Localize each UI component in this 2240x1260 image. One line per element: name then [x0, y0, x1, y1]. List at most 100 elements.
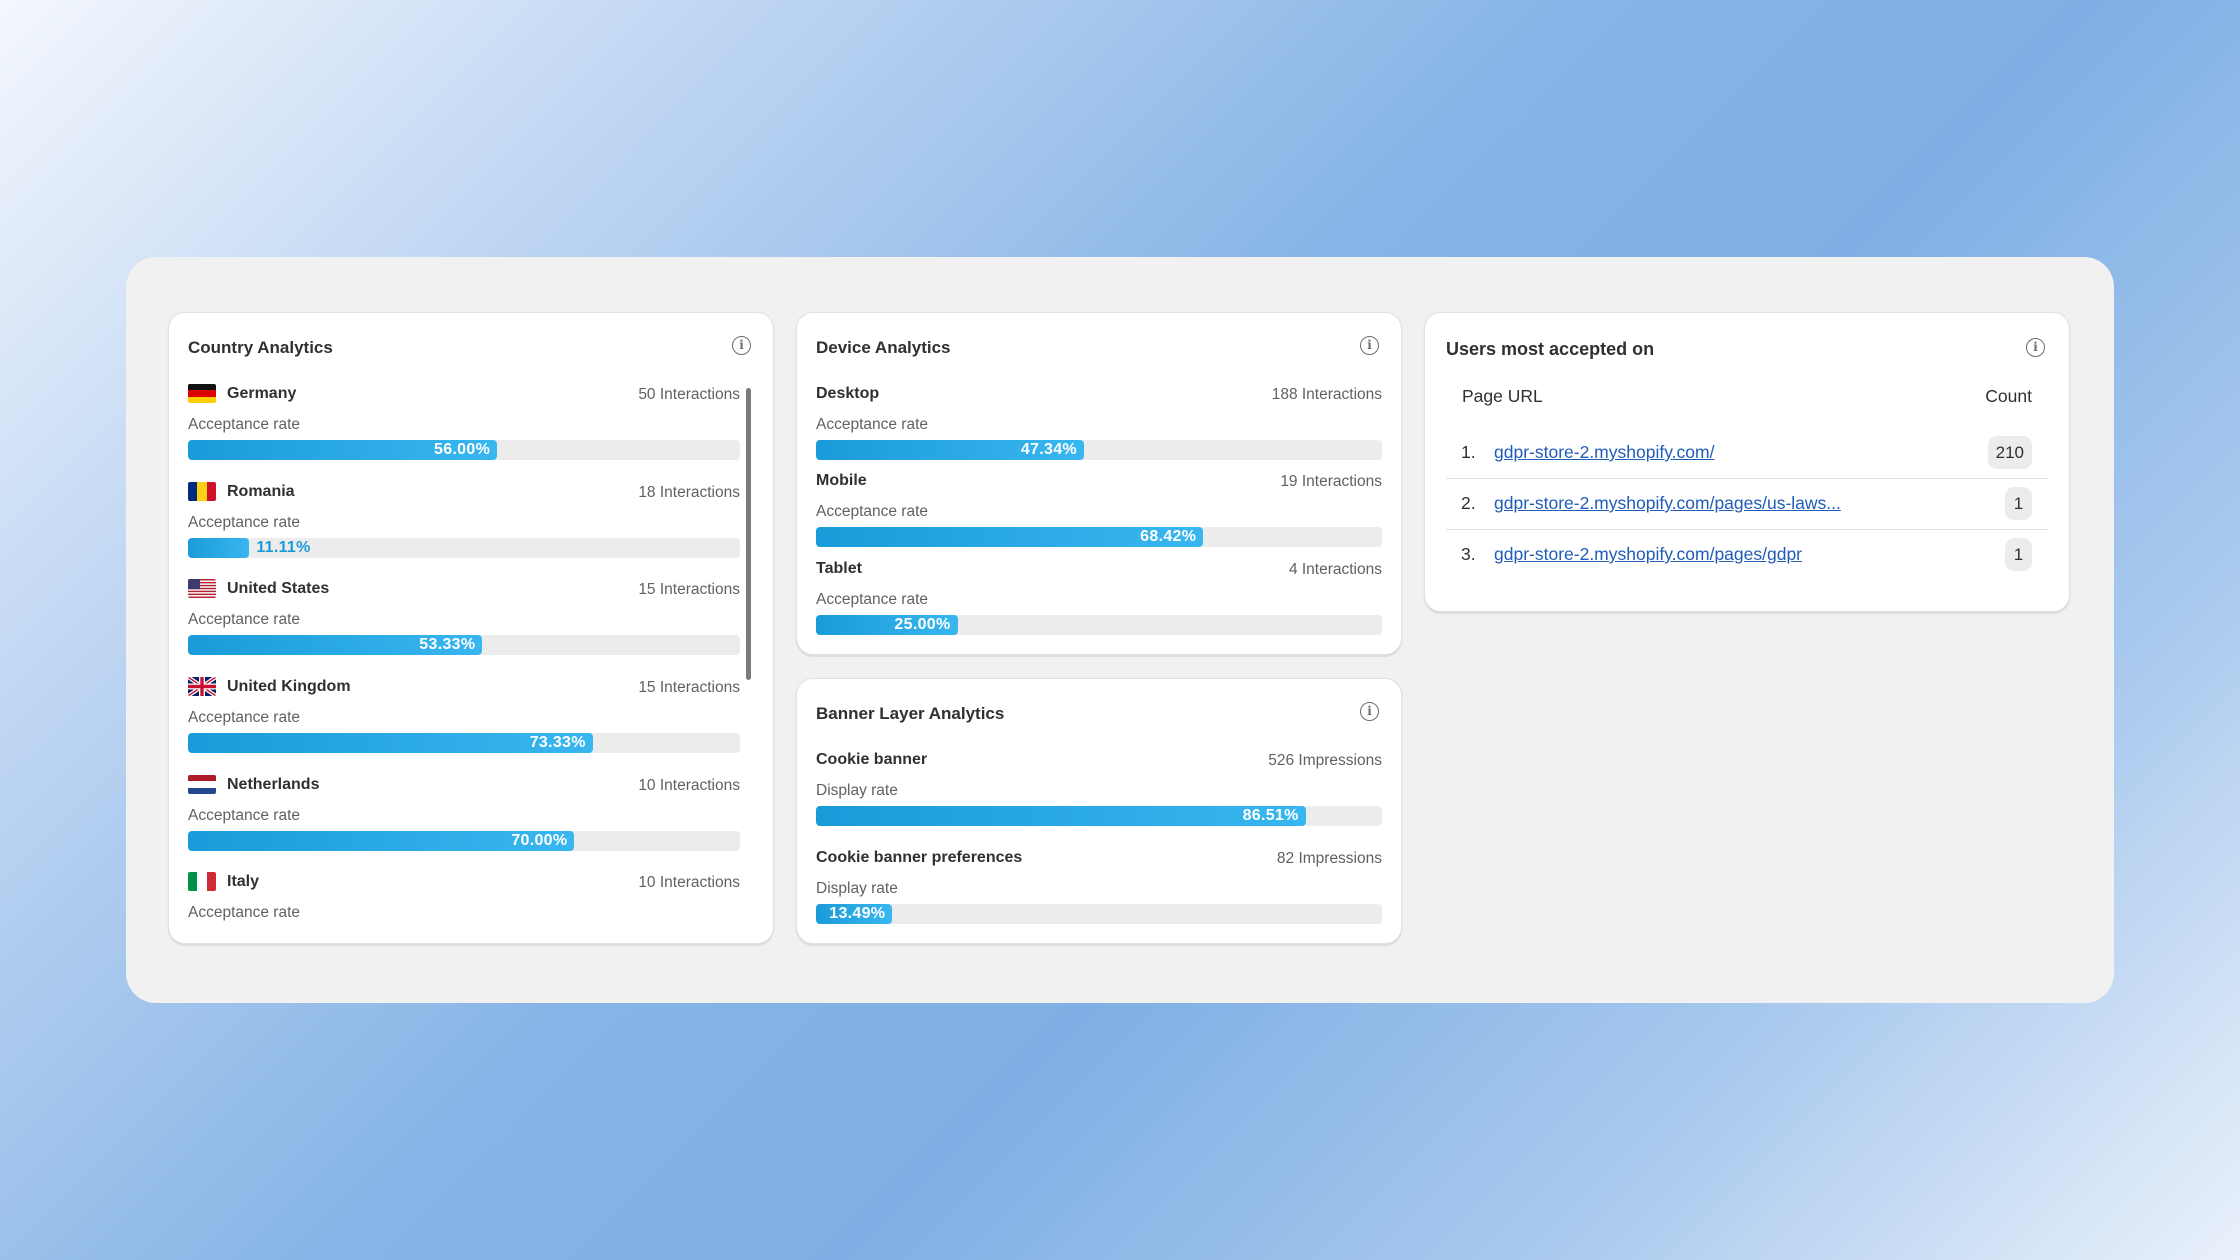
rate-value: 47.34% — [1020, 441, 1077, 458]
country-row-united-kingdom: United Kingdom 15 Interactions Acceptanc… — [188, 677, 740, 770]
page-url-link[interactable]: gdpr-store-2.myshopify.com/pages/gdpr — [1494, 544, 1802, 565]
acceptance-rate-label: Acceptance rate — [816, 591, 929, 608]
count-badge: 1 — [2005, 538, 2032, 571]
interactions-count: 18 Interactions — [638, 484, 740, 501]
table-row: 1. gdpr-store-2.myshopify.com/ 210 — [1446, 428, 2048, 479]
info-icon[interactable]: i — [2026, 338, 2045, 357]
analytics-board: Country Analytics i Germany 50 Interacti… — [126, 257, 2114, 1003]
display-rate-label: Display rate — [816, 880, 898, 897]
count-badge: 1 — [2005, 487, 2032, 520]
country-row-romania: Romania 18 Interactions Acceptance rate … — [188, 482, 740, 575]
banner-row-cookie-banner: Cookie banner 526 Impressions Display ra… — [816, 751, 1382, 843]
acceptance-rate-label: Acceptance rate — [188, 416, 301, 433]
device-name: Tablet — [816, 560, 862, 577]
device-row-desktop: Desktop 188 Interactions Acceptance rate… — [816, 385, 1382, 477]
device-row-mobile: Mobile 19 Interactions Acceptance rate 6… — [816, 472, 1382, 564]
interactions-count: 15 Interactions — [638, 581, 740, 598]
scrollbar[interactable] — [746, 388, 751, 688]
count-badge: 210 — [1987, 436, 2032, 469]
flag-united-states-icon — [188, 579, 216, 598]
acceptance-rate-label: Acceptance rate — [816, 503, 929, 520]
country-row-italy: Italy 10 Interactions Acceptance rate — [188, 872, 740, 943]
row-index: 1. — [1461, 442, 1476, 462]
page-url-link[interactable]: gdpr-store-2.myshopify.com/pages/us-laws… — [1494, 493, 1841, 514]
rate-bar-fill — [816, 806, 1306, 826]
flag-romania-icon — [188, 482, 216, 501]
rate-value: 13.49% — [829, 905, 886, 922]
interactions-count: 188 Interactions — [1271, 386, 1382, 403]
device-name: Desktop — [816, 385, 880, 402]
card-title: Banner Layer Analytics — [816, 704, 1005, 723]
country-name: Romania — [227, 483, 295, 500]
card-title: Users most accepted on — [1446, 339, 1655, 359]
page-url-link[interactable]: gdpr-store-2.myshopify.com/ — [1494, 442, 1714, 463]
device-analytics-card: Device Analytics i Desktop 188 Interacti… — [796, 312, 1402, 655]
table-row: 3. gdpr-store-2.myshopify.com/pages/gdpr… — [1446, 530, 2048, 581]
interactions-count: 10 Interactions — [638, 874, 740, 891]
banner-layer-analytics-card: Banner Layer Analytics i Cookie banner 5… — [796, 678, 1402, 944]
impressions-count: 82 Impressions — [1276, 850, 1382, 867]
rate-bar-track: 70.00% — [188, 831, 740, 851]
rate-bar-fill — [188, 538, 250, 558]
rate-bar-track: 86.51% — [816, 806, 1382, 826]
rate-bar-track: 73.33% — [188, 733, 740, 753]
flag-italy-icon — [188, 872, 216, 891]
scrollbar-thumb[interactable] — [746, 388, 751, 680]
rate-bar-track: 25.00% — [816, 615, 1382, 635]
rate-value: 70.00% — [511, 832, 568, 849]
device-name: Mobile — [816, 472, 867, 489]
column-header-page-url: Page URL — [1462, 386, 1543, 406]
country-analytics-card: Country Analytics i Germany 50 Interacti… — [168, 312, 774, 944]
most-accepted-card: Users most accepted on i Page URL Count … — [1424, 312, 2070, 612]
country-name: Italy — [227, 873, 260, 890]
row-index: 2. — [1461, 493, 1476, 513]
flag-netherlands-icon — [188, 775, 216, 794]
interactions-count: 10 Interactions — [638, 777, 740, 794]
rate-value: 11.11% — [256, 539, 311, 556]
country-name: United States — [227, 580, 330, 597]
country-name: Germany — [227, 385, 297, 402]
acceptance-rate-label: Acceptance rate — [188, 807, 301, 824]
rate-bar-track: 11.11% — [188, 538, 740, 558]
row-index: 3. — [1461, 544, 1476, 564]
country-row-germany: Germany 50 Interactions Acceptance rate … — [188, 384, 740, 477]
banner-layer-name: Cookie banner preferences — [816, 849, 1023, 866]
interactions-count: 4 Interactions — [1288, 561, 1382, 578]
rate-value: 25.00% — [894, 616, 951, 633]
rate-value: 73.33% — [529, 734, 586, 751]
rate-value: 68.42% — [1140, 528, 1197, 545]
info-icon[interactable]: i — [1360, 702, 1379, 721]
banner-row-cookie-banner-preferences: Cookie banner preferences 82 Impressions… — [816, 849, 1382, 941]
interactions-count: 19 Interactions — [1280, 473, 1382, 490]
info-icon[interactable]: i — [1360, 336, 1379, 355]
column-header-count: Count — [1985, 386, 2032, 406]
acceptance-rate-label: Acceptance rate — [816, 416, 929, 433]
rate-value: 56.00% — [434, 441, 491, 458]
interactions-count: 15 Interactions — [638, 679, 740, 696]
rate-value: 53.33% — [419, 636, 476, 653]
rate-bar-track: 53.33% — [188, 635, 740, 655]
interactions-count: 50 Interactions — [638, 386, 740, 403]
rate-bar-track: 68.42% — [816, 527, 1382, 547]
rate-bar-track: 47.34% — [816, 440, 1382, 460]
country-row-united-states: United States 15 Interactions Acceptance… — [188, 579, 740, 672]
card-title: Country Analytics — [188, 338, 333, 357]
country-row-netherlands: Netherlands 10 Interactions Acceptance r… — [188, 775, 740, 868]
acceptance-rate-label: Acceptance rate — [188, 709, 301, 726]
acceptance-rate-label: Acceptance rate — [188, 611, 301, 628]
display-rate-label: Display rate — [816, 782, 898, 799]
card-title: Device Analytics — [816, 338, 951, 357]
flag-united-kingdom-icon — [188, 677, 216, 696]
country-name: United Kingdom — [227, 678, 351, 695]
rate-bar-track: 56.00% — [188, 440, 740, 460]
flag-germany-icon — [188, 384, 216, 403]
rate-value: 86.51% — [1242, 807, 1299, 824]
impressions-count: 526 Impressions — [1268, 752, 1382, 769]
device-row-tablet: Tablet 4 Interactions Acceptance rate 25… — [816, 560, 1382, 652]
banner-layer-name: Cookie banner — [816, 751, 928, 768]
info-icon[interactable]: i — [732, 336, 751, 355]
rate-bar-track: 13.49% — [816, 904, 1382, 924]
table-row: 2. gdpr-store-2.myshopify.com/pages/us-l… — [1446, 479, 2048, 530]
acceptance-rate-label: Acceptance rate — [188, 514, 301, 531]
country-name: Netherlands — [227, 776, 320, 793]
